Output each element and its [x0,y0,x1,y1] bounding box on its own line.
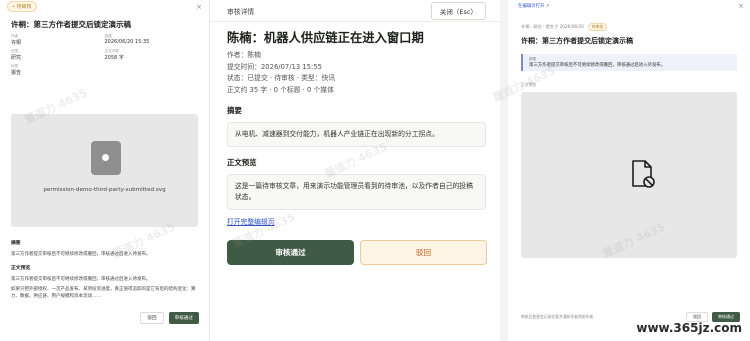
left-topbar: • 待审核 × [0,0,209,13]
article-meta: 作者 许桐 创建 2026/06/20 15:35 分类 研究 正文字数 2058 字 … [0,32,209,76]
open-editor-link[interactable]: 打开完整编辑页 [210,216,500,226]
left-actions: 驳回 审核通过 [140,312,199,324]
meta-value: 研究 [11,55,22,61]
no-file-icon [632,160,655,188]
preview-box: 这是一篇待审核文章，用来演示功能管理员看到的待审池，以及作者自己的投稿状态。 [227,174,486,211]
summary-text: 第三方作者提交审核后不可继续修改或撤回，审核通过后进入待发布。 [529,63,666,68]
preview-text: 如果只把外部授权、一次产品发布、某项投资进度，真正值得追踪的是它背后的结构变化：… [11,287,196,299]
left-review-panel: • 待审核 × 许桐：第三方作者提交后锁定演示稿 作者 许桐 创建 2026/06/… [0,0,210,341]
summary-callout: 摘要 第三方作者提交审核后不可继续修改或撤回，审核通过后进入待发布。 [521,54,737,71]
image-file-icon [91,141,121,175]
article-title: 陈楠：机器人供应链正在进入窗口期 [227,31,424,45]
open-in-editor-link[interactable]: 在编辑页打开 ↗ [518,3,549,9]
close-button[interactable]: 关闭（Esc） [430,1,486,20]
article-meta: 许桐 · 研究 · 提交于 2026/06/20 待审核 [508,11,750,31]
submit-time: 提交时间：2026/07/13 15:55 [227,62,322,71]
word-count: 正文约 35 字 · 0 个标题 · 0 个媒体 [227,85,334,94]
article-title: 许桐：第三方作者提交后锁定演示稿 [11,20,131,29]
meta-text: 许桐 · 研究 · 提交于 2026/06/20 [521,24,584,29]
summary-text: 第三方作者提交审核后不可继续修改或撤回，审核通过后进入待发布。 [11,252,151,257]
preview-label: 正文预览 [521,82,537,87]
approve-button[interactable]: 审核通过 [227,240,354,265]
reject-button[interactable]: 驳回 [140,312,164,324]
review-detail-dialog: 审核详情 关闭（Esc） 陈楠：机器人供应链正在进入窗口期 作者：陈楠 提交时间… [210,0,500,341]
screenshot-root: • 待审核 × 许桐：第三方作者提交后锁定演示稿 作者 许桐 创建 2026/06/… [0,0,750,341]
dialog-header-label: 审核详情 [227,7,255,16]
reject-button[interactable]: 驳回 [360,240,487,265]
status-line: 状态：已提交 · 待审核 · 类型：快讯 [227,74,336,83]
meta-value: 报告 [11,70,22,76]
dialog-actions: 审核通过 驳回 [227,240,487,265]
preview-heading: 正文预览 [227,158,257,168]
summary-heading: 摘要 [227,106,242,116]
meta-value: 2058 字 [104,55,124,61]
preview-text: 第三方作者提交审核后不可继续修改或撤回，审核通过后进入待发布。 [11,277,151,282]
site-watermark: www.365jz.com [636,321,742,335]
status-badge: 待审核 [587,23,608,31]
file-name: permission-demo-third-party-submitted.sv… [43,187,166,193]
right-detail-drawer: 在编辑页打开 ↗ × 许桐 · 研究 · 提交于 2026/06/20 待审核 … [491,0,750,341]
footer-note: 审核后变更会记录在案并通知作者和协作者 [521,314,594,319]
meta-value: 许桐 [11,40,22,46]
dialog-header: 审核详情 关闭（Esc） [210,0,500,22]
approve-button[interactable]: 审核通过 [168,312,199,324]
summary-heading: 摘要 [11,241,21,246]
author-line: 作者：陈楠 [227,51,261,59]
meta-value: 2026/06/20 15:35 [104,39,150,45]
summary-box: 从电机、减速器到交付能力，机器人产业链正在出现新的分工拐点。 [227,122,486,148]
drawer-topbar: 在编辑页打开 ↗ × [508,0,750,11]
preview-heading: 正文预览 [11,266,31,271]
close-icon[interactable]: × [196,3,202,11]
close-icon[interactable]: × [738,2,744,10]
article-title: 许桐：第三方作者提交后锁定演示稿 [521,37,633,45]
status-badge: • 待审核 [7,1,37,12]
file-thumbnail[interactable]: permission-demo-third-party-submitted.sv… [11,114,198,227]
content-preview [521,92,737,258]
